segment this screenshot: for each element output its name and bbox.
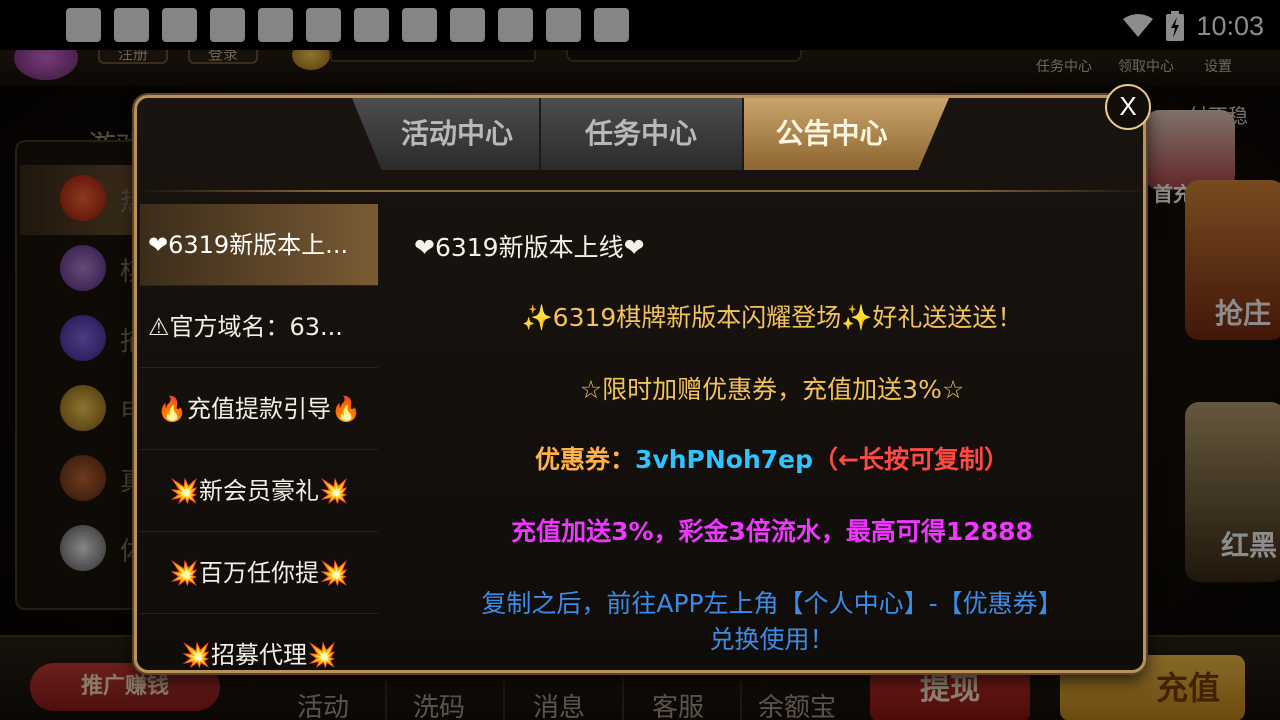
notice-title: ❤6319新版本上线❤ — [414, 233, 645, 262]
notice-line: 复制之后，前往APP左上角【个人中心】-【优惠券】 — [481, 589, 1063, 618]
tab-underline — [137, 190, 1143, 192]
tab-task-center[interactable]: 任务中心 — [541, 98, 741, 170]
notice-modal: 活动中心 任务中心 公告中心 ❤6319新版本上... ⚠官方域名：63... … — [134, 95, 1146, 673]
notice-line: ✨6319棋牌新版本闪耀登场✨好礼送送送！ — [521, 303, 1023, 332]
notice-list-item[interactable]: 🔥充值提款引导🔥 — [140, 368, 378, 450]
notice-line: 兑换使用！ — [709, 625, 835, 654]
notice-content: ❤6319新版本上线❤ ✨6319棋牌新版本闪耀登场✨好礼送送送！ ☆限时加赠优… — [402, 218, 1142, 670]
coupon-code[interactable]: 3vhPNoh7ep — [635, 445, 813, 474]
notice-list-item[interactable]: 💥新会员豪礼💥 — [140, 450, 378, 532]
close-button[interactable]: X — [1105, 84, 1151, 130]
coupon-label: 优惠券： — [535, 445, 636, 474]
tab-activity-center[interactable]: 活动中心 — [377, 98, 537, 170]
notice-list-item[interactable]: 💥百万任你提💥 — [140, 532, 378, 614]
notice-list-item[interactable]: ❤6319新版本上... — [140, 204, 378, 286]
notice-line: 充值加送3%，彩金3倍流水，最高可得12888 — [511, 517, 1033, 546]
notice-list-item[interactable]: ⚠官方域名：63... — [140, 286, 378, 368]
notice-list-item[interactable]: 💥招募代理💥 — [140, 614, 378, 670]
tab-bar: 活动中心 任务中心 公告中心 — [137, 98, 1143, 190]
coupon-hint: （←长按可复制） — [813, 445, 1009, 474]
coupon-line: 优惠券：3vhPNoh7ep（←长按可复制） — [402, 440, 1142, 476]
notice-line: ☆限时加赠优惠券，充值加送3%☆ — [579, 375, 965, 404]
tab-notice-center[interactable]: 公告中心 — [744, 98, 919, 170]
notice-list: ❤6319新版本上... ⚠官方域名：63... 🔥充值提款引导🔥 💥新会员豪礼… — [140, 204, 378, 670]
